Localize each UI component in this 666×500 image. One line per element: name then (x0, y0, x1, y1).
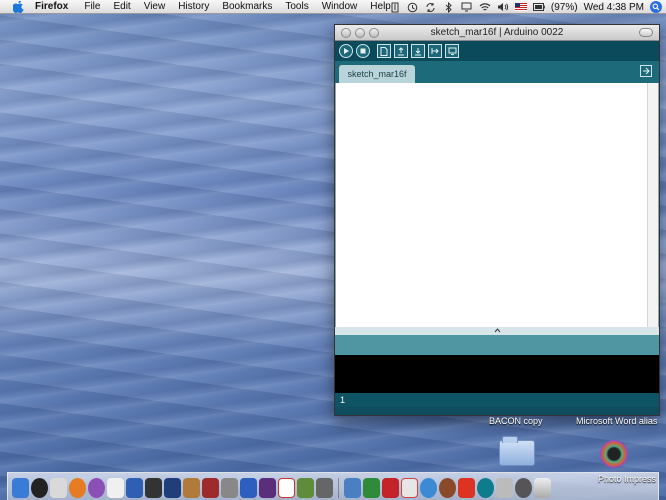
sync-icon[interactable] (425, 1, 437, 13)
code-editor[interactable] (335, 83, 659, 327)
dock-separator (338, 478, 339, 498)
word-icon[interactable] (126, 478, 143, 498)
screen-icon[interactable] (461, 1, 473, 13)
menu-view[interactable]: View (144, 1, 166, 12)
firefox-icon[interactable] (69, 478, 86, 498)
r-app-icon[interactable] (458, 478, 475, 498)
menu-app-name[interactable]: Firefox (35, 1, 68, 12)
textedit-icon[interactable] (107, 478, 124, 498)
calculator-icon[interactable] (316, 478, 333, 498)
dock-hover-label: Photo Impress (598, 474, 657, 484)
bluetooth-icon[interactable] (443, 1, 455, 13)
console-output[interactable] (335, 355, 659, 393)
window-title: sketch_mar16f | Arduino 0022 (430, 27, 564, 38)
desktop-label-word-alias[interactable]: Microsoft Word alias (576, 416, 657, 426)
window-titlebar[interactable]: sketch_mar16f | Arduino 0022 (335, 25, 659, 41)
save-button[interactable] (411, 44, 425, 58)
volume-icon[interactable] (497, 1, 509, 13)
excel-icon[interactable] (363, 478, 380, 498)
preview-icon[interactable] (50, 478, 67, 498)
imovie-icon[interactable] (259, 478, 276, 498)
timemachine-icon[interactable] (407, 1, 419, 13)
safari-icon[interactable] (420, 478, 437, 498)
clock[interactable]: Wed 4:38 PM (584, 2, 644, 13)
mail-icon[interactable] (344, 478, 361, 498)
arduino-window: sketch_mar16f | Arduino 0022 sketch_mar1… (334, 24, 660, 416)
photoshop-icon[interactable] (164, 478, 181, 498)
new-button[interactable] (377, 44, 391, 58)
line-number: 1 (340, 395, 346, 405)
itunes-icon[interactable] (88, 478, 105, 498)
quicktime-icon[interactable] (240, 478, 257, 498)
spotlight-icon[interactable] (650, 1, 662, 13)
finder-icon[interactable] (12, 478, 29, 498)
menu-bar: Firefox File Edit View History Bookmarks… (0, 0, 666, 14)
message-area (335, 335, 659, 355)
desktop-label-bacon[interactable]: BACON copy (489, 416, 543, 426)
verify-button[interactable] (339, 44, 353, 58)
serial-monitor-button[interactable] (445, 44, 459, 58)
folder-icon[interactable] (499, 436, 535, 466)
menu-tools[interactable]: Tools (285, 1, 308, 12)
tab-menu-icon[interactable] (640, 65, 652, 77)
photo-booth-icon[interactable] (202, 478, 219, 498)
stop-button[interactable] (356, 44, 370, 58)
menu-window[interactable]: Window (322, 1, 358, 12)
paint-icon[interactable] (439, 478, 456, 498)
preferences-icon[interactable] (221, 478, 238, 498)
dashboard-icon[interactable] (31, 478, 48, 498)
dock (7, 472, 659, 500)
open-button[interactable] (394, 44, 408, 58)
iphoto-icon[interactable] (297, 478, 314, 498)
menu-bookmarks[interactable]: Bookmarks (222, 1, 272, 12)
us-flag-icon[interactable] (514, 1, 527, 13)
trash-icon[interactable] (534, 478, 551, 498)
tab-sketch[interactable]: sketch_mar16f (339, 65, 415, 83)
menu-extras: (97%) Wed 4:38 PM (389, 0, 662, 14)
photo-impress-icon[interactable] (600, 440, 628, 468)
arduino-toolbar (335, 41, 659, 61)
photo-impress-dock-icon[interactable] (515, 478, 532, 498)
chevron-up-icon (494, 327, 501, 335)
filesmerge-icon[interactable] (401, 478, 418, 498)
terminal-icon[interactable] (145, 478, 162, 498)
status-bar: 1 (335, 393, 659, 407)
editor-scrollbar[interactable] (647, 83, 658, 327)
wifi-icon[interactable] (479, 1, 491, 13)
menu-edit[interactable]: Edit (113, 1, 130, 12)
menu-help[interactable]: Help (370, 1, 391, 12)
battery-percent[interactable]: (97%) (551, 2, 578, 13)
menu-history[interactable]: History (178, 1, 209, 12)
menu-file[interactable]: File (84, 1, 100, 12)
splitter-handle[interactable] (335, 327, 659, 335)
acrobat-icon[interactable] (382, 478, 399, 498)
tab-strip: sketch_mar16f (335, 61, 659, 83)
battery-icon[interactable] (532, 1, 545, 13)
script-icon[interactable] (389, 1, 401, 13)
apple-menu-icon[interactable] (11, 0, 25, 14)
address-book-icon[interactable] (183, 478, 200, 498)
upload-button[interactable] (428, 44, 442, 58)
calendar-icon[interactable] (278, 478, 295, 498)
arduino-icon[interactable] (477, 478, 494, 498)
downloads-icon[interactable] (496, 478, 513, 498)
toolbar-toggle-button[interactable] (639, 28, 653, 37)
